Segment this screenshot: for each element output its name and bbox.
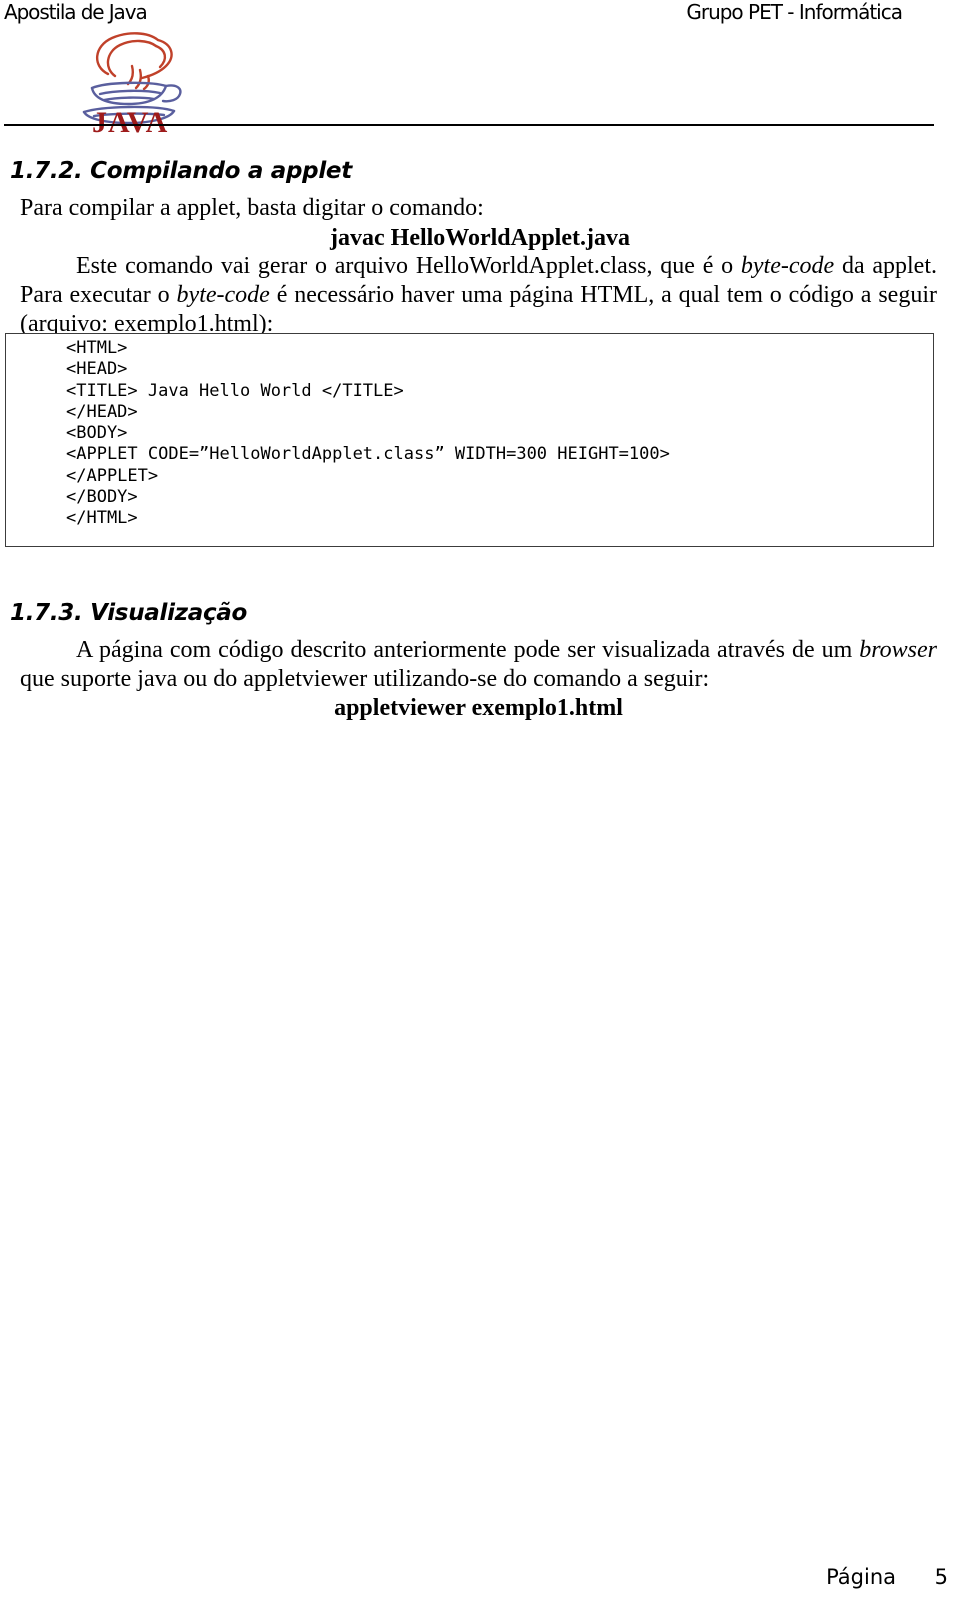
java-logo-steam: [96, 32, 173, 91]
header-divider-rule: [4, 124, 934, 126]
paragraph-bytecode-explanation: Este comando vai gerar o arquivo HelloWo…: [20, 252, 937, 339]
visualization-text-part-1: A página com código descrito anteriormen…: [76, 637, 860, 663]
command-appletviewer: appletviewer exemplo1.html: [334, 695, 623, 721]
page-header: Apostila de Java Grupo PET - Informática: [0, 0, 960, 134]
header-right-title: Grupo PET - Informática: [686, 0, 903, 24]
section-heading-1-7-3: 1.7.3. Visualização: [10, 600, 248, 626]
java-logo: JAVA: [62, 26, 190, 134]
bytecode-term-1: byte-code: [740, 253, 835, 279]
footer-page-number: 5: [934, 1565, 948, 1589]
java-logo-wordmark: JAVA: [92, 106, 168, 134]
footer-page-label: Página: [826, 1565, 896, 1589]
section-heading-1-7-2: 1.7.2. Compilando a applet: [10, 158, 352, 184]
code-block-text: <HTML> <HEAD> <TITLE> Java Hello World <…: [66, 338, 670, 529]
code-block-exemplo1-html: <HTML> <HEAD> <TITLE> Java Hello World <…: [5, 333, 934, 547]
compile-intro-text: Para compilar a applet, basta digitar o …: [20, 195, 484, 221]
paragraph-visualization: A página com código descrito anteriormen…: [20, 636, 937, 694]
command-javac: javac HelloWorldApplet.java: [330, 225, 630, 251]
bytecode-text-part-1: Este comando vai gerar o arquivo HelloWo…: [76, 253, 741, 279]
page-footer: Página 5: [0, 1541, 960, 1601]
paragraph-compile-intro: Para compilar a applet, basta digitar o …: [20, 194, 940, 253]
bytecode-term-2: byte-code: [176, 282, 270, 308]
header-left-title: Apostila de Java: [4, 0, 148, 24]
visualization-text-part-2: que suporte java ou do appletviewer util…: [20, 666, 710, 692]
browser-term: browser: [859, 637, 937, 663]
